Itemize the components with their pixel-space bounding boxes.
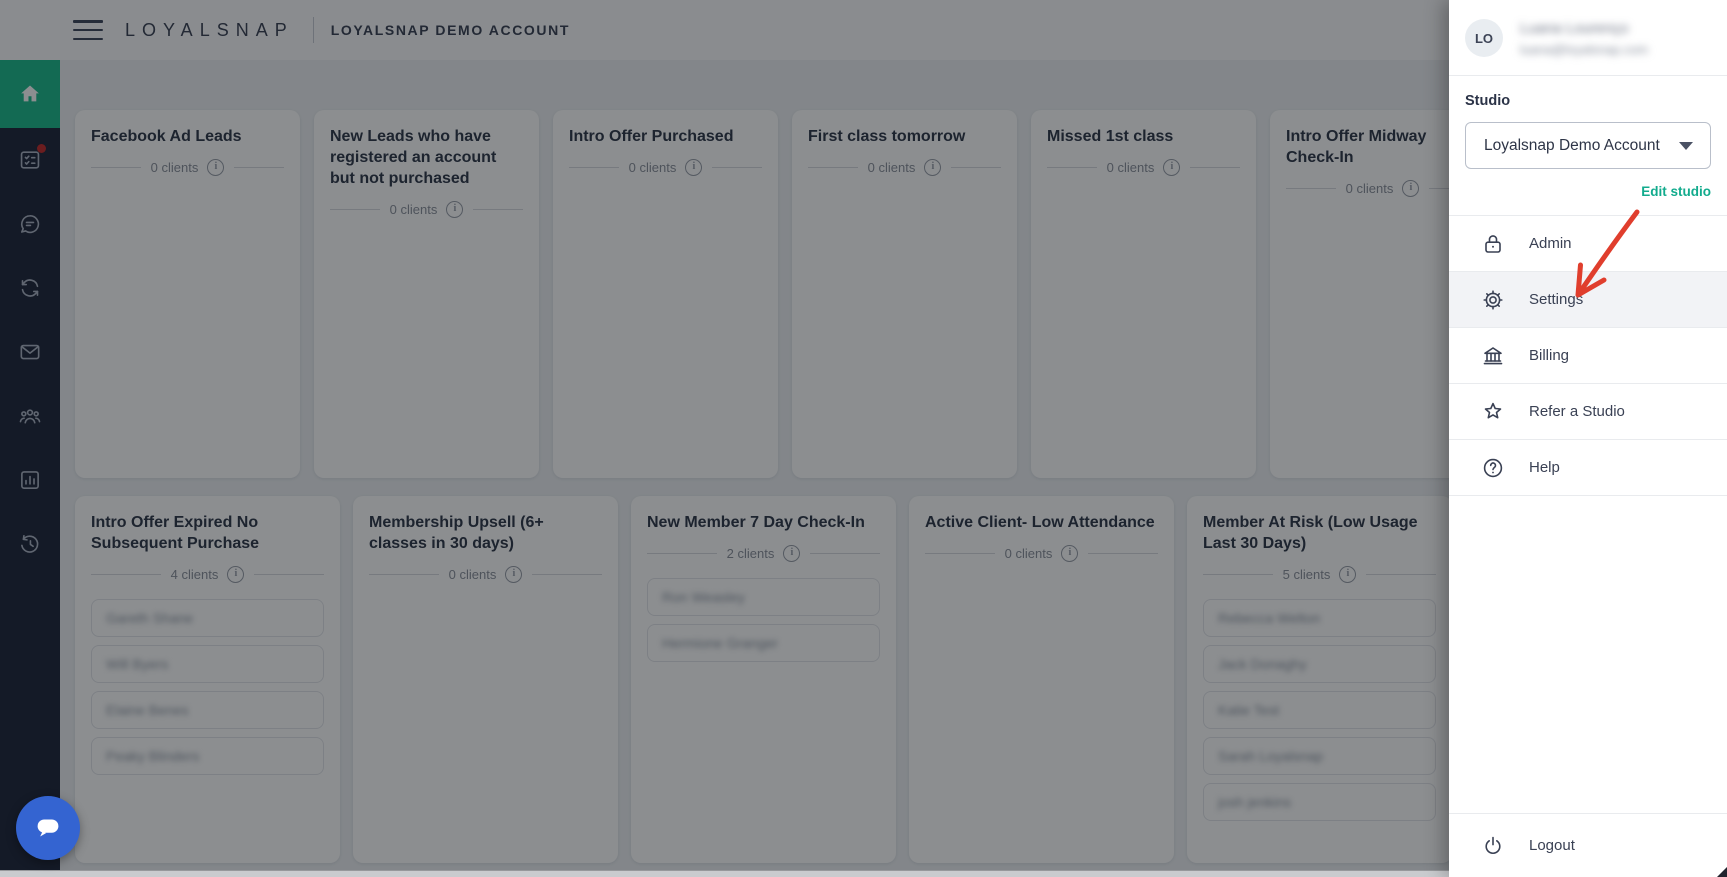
studio-section: Studio Loyalsnap Demo Account Edit studi… xyxy=(1449,76,1727,199)
chevron-down-icon xyxy=(1679,141,1693,150)
star-icon xyxy=(1481,400,1505,424)
menu-item-admin[interactable]: Admin xyxy=(1449,216,1727,272)
menu-item-help[interactable]: Help xyxy=(1449,440,1727,496)
panel-menu: Admin Settings Billing Refer a Studio He… xyxy=(1449,215,1727,496)
user-name: Luana Lourenço xyxy=(1520,19,1629,37)
edit-studio-link[interactable]: Edit studio xyxy=(1465,184,1711,199)
studio-label: Studio xyxy=(1465,93,1511,109)
question-icon xyxy=(1481,456,1505,480)
power-icon xyxy=(1481,834,1505,858)
chat-launcher-button[interactable] xyxy=(16,796,80,860)
avatar[interactable]: LO xyxy=(1465,19,1503,57)
resize-grip-icon[interactable] xyxy=(1717,867,1727,877)
user-email: luana@loyalsnap.com xyxy=(1520,41,1649,57)
gear-icon xyxy=(1481,288,1505,312)
chat-bubble-icon xyxy=(37,819,59,837)
horizontal-scrollbar[interactable] xyxy=(0,870,1449,877)
menu-item-billing[interactable]: Billing xyxy=(1449,328,1727,384)
menu-item-settings[interactable]: Settings xyxy=(1449,272,1727,328)
account-menu-panel: LO Luana Lourenço luana@loyalsnap.com St… xyxy=(1449,0,1727,877)
user-section: LO Luana Lourenço luana@loyalsnap.com xyxy=(1449,0,1727,75)
bank-icon xyxy=(1481,344,1505,368)
logout-button[interactable]: Logout xyxy=(1449,813,1727,877)
studio-selected-value: Loyalsnap Demo Account xyxy=(1484,136,1660,154)
lock-icon xyxy=(1481,232,1505,256)
studio-select[interactable]: Loyalsnap Demo Account xyxy=(1465,122,1711,169)
menu-item-refer[interactable]: Refer a Studio xyxy=(1449,384,1727,440)
